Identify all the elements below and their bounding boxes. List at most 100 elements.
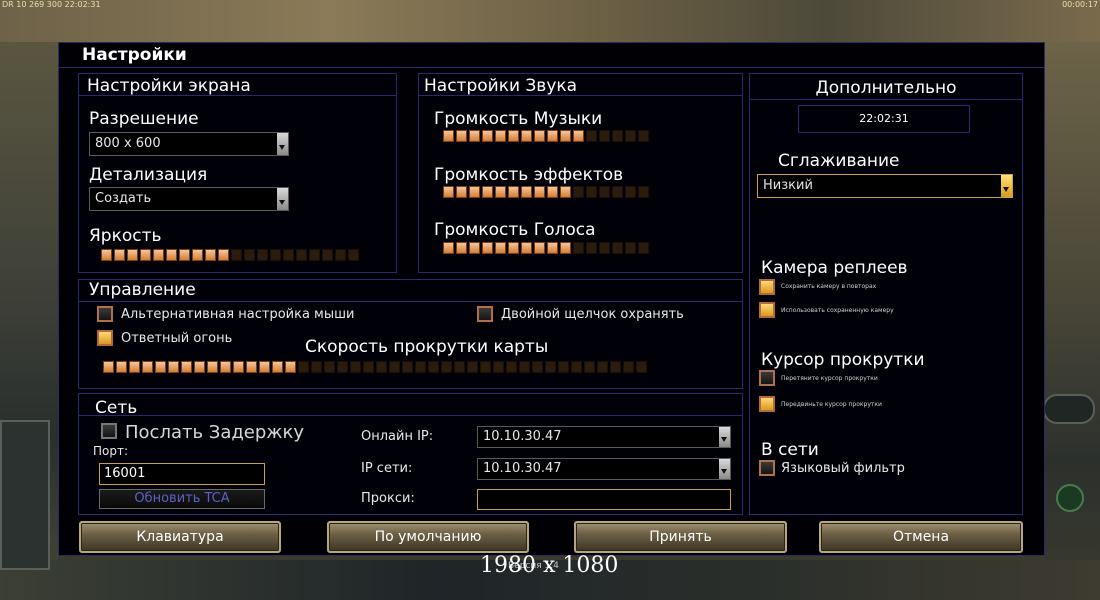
slider-segment[interactable] — [612, 186, 623, 198]
slider-segment[interactable] — [324, 361, 335, 373]
resolution-dropdown[interactable]: 800 x 600 — [89, 132, 289, 156]
slider-segment[interactable] — [547, 242, 558, 254]
update-tca-button[interactable]: Обновить TCA — [99, 489, 265, 509]
chevron-down-icon[interactable] — [277, 133, 288, 155]
slider-segment[interactable] — [233, 361, 244, 373]
slider-segment[interactable] — [443, 242, 454, 254]
slider-segment[interactable] — [220, 361, 231, 373]
slider-segment[interactable] — [298, 361, 309, 373]
slider-segment[interactable] — [101, 249, 112, 261]
slider-segment[interactable] — [192, 249, 203, 261]
alt-mouse-checkbox[interactable] — [97, 306, 113, 322]
antialias-dropdown[interactable]: Низкий — [757, 174, 1013, 198]
proxy-input[interactable] — [477, 489, 731, 510]
slider-segment[interactable] — [638, 130, 649, 142]
slider-segment[interactable] — [612, 242, 623, 254]
slider-segment[interactable] — [573, 186, 584, 198]
chevron-down-icon[interactable] — [1001, 175, 1012, 197]
slider-segment[interactable] — [467, 361, 478, 373]
slider-segment[interactable] — [309, 249, 320, 261]
slider-segment[interactable] — [181, 361, 192, 373]
slider-segment[interactable] — [506, 361, 517, 373]
chevron-down-icon[interactable] — [719, 427, 730, 447]
slider-segment[interactable] — [194, 361, 205, 373]
slider-segment[interactable] — [218, 249, 229, 261]
slider-segment[interactable] — [166, 249, 177, 261]
slider-segment[interactable] — [547, 130, 558, 142]
detail-dropdown[interactable]: Создать — [89, 187, 289, 211]
slider-segment[interactable] — [560, 242, 571, 254]
keyboard-button[interactable]: Клавиатура — [79, 521, 281, 553]
slider-segment[interactable] — [127, 249, 138, 261]
slider-segment[interactable] — [599, 242, 610, 254]
slider-segment[interactable] — [272, 361, 283, 373]
slider-segment[interactable] — [231, 249, 242, 261]
slider-segment[interactable] — [625, 130, 636, 142]
scroll-cursor-drag-checkbox[interactable] — [759, 370, 775, 386]
slider-segment[interactable] — [456, 242, 467, 254]
slider-segment[interactable] — [532, 361, 543, 373]
defaults-button[interactable]: По умолчанию — [327, 521, 529, 553]
slider-segment[interactable] — [493, 361, 504, 373]
slider-segment[interactable] — [534, 130, 545, 142]
accept-button[interactable]: Принять — [574, 521, 787, 553]
effects-volume-slider[interactable] — [443, 186, 649, 198]
slider-segment[interactable] — [482, 186, 493, 198]
slider-segment[interactable] — [129, 361, 140, 373]
slider-segment[interactable] — [610, 361, 621, 373]
slider-segment[interactable] — [363, 361, 374, 373]
online-ip-dropdown[interactable]: 10.10.30.47 — [477, 426, 731, 448]
slider-segment[interactable] — [495, 242, 506, 254]
slider-segment[interactable] — [482, 242, 493, 254]
slider-segment[interactable] — [168, 361, 179, 373]
slider-segment[interactable] — [495, 130, 506, 142]
slider-segment[interactable] — [586, 186, 597, 198]
slider-segment[interactable] — [153, 249, 164, 261]
slider-segment[interactable] — [207, 361, 218, 373]
slider-segment[interactable] — [534, 186, 545, 198]
slider-segment[interactable] — [638, 186, 649, 198]
slider-segment[interactable] — [482, 130, 493, 142]
slider-segment[interactable] — [311, 361, 322, 373]
slider-segment[interactable] — [454, 361, 465, 373]
slider-segment[interactable] — [443, 130, 454, 142]
slider-segment[interactable] — [508, 242, 519, 254]
slider-segment[interactable] — [599, 130, 610, 142]
scroll-cursor-move-checkbox[interactable] — [759, 396, 775, 412]
slider-segment[interactable] — [337, 361, 348, 373]
slider-segment[interactable] — [257, 249, 268, 261]
slider-segment[interactable] — [469, 186, 480, 198]
slider-segment[interactable] — [508, 130, 519, 142]
slider-segment[interactable] — [205, 249, 216, 261]
slider-segment[interactable] — [103, 361, 114, 373]
slider-segment[interactable] — [389, 361, 400, 373]
slider-segment[interactable] — [469, 242, 480, 254]
retaliation-checkbox[interactable] — [97, 330, 113, 346]
slider-segment[interactable] — [322, 249, 333, 261]
slider-segment[interactable] — [456, 186, 467, 198]
slider-segment[interactable] — [558, 361, 569, 373]
slider-segment[interactable] — [638, 242, 649, 254]
slider-segment[interactable] — [560, 130, 571, 142]
slider-segment[interactable] — [508, 186, 519, 198]
slider-segment[interactable] — [547, 186, 558, 198]
slider-segment[interactable] — [296, 249, 307, 261]
slider-segment[interactable] — [259, 361, 270, 373]
scroll-speed-slider[interactable] — [103, 361, 647, 373]
slider-segment[interactable] — [560, 186, 571, 198]
lan-ip-dropdown[interactable]: 10.10.30.47 — [477, 458, 731, 480]
slider-segment[interactable] — [625, 242, 636, 254]
slider-segment[interactable] — [283, 249, 294, 261]
slider-segment[interactable] — [545, 361, 556, 373]
music-volume-slider[interactable] — [443, 130, 649, 142]
slider-segment[interactable] — [573, 130, 584, 142]
slider-segment[interactable] — [415, 361, 426, 373]
slider-segment[interactable] — [584, 361, 595, 373]
slider-segment[interactable] — [142, 361, 153, 373]
slider-segment[interactable] — [623, 361, 634, 373]
slider-segment[interactable] — [495, 186, 506, 198]
slider-segment[interactable] — [625, 186, 636, 198]
slider-segment[interactable] — [521, 130, 532, 142]
slider-segment[interactable] — [573, 242, 584, 254]
slider-segment[interactable] — [441, 361, 452, 373]
